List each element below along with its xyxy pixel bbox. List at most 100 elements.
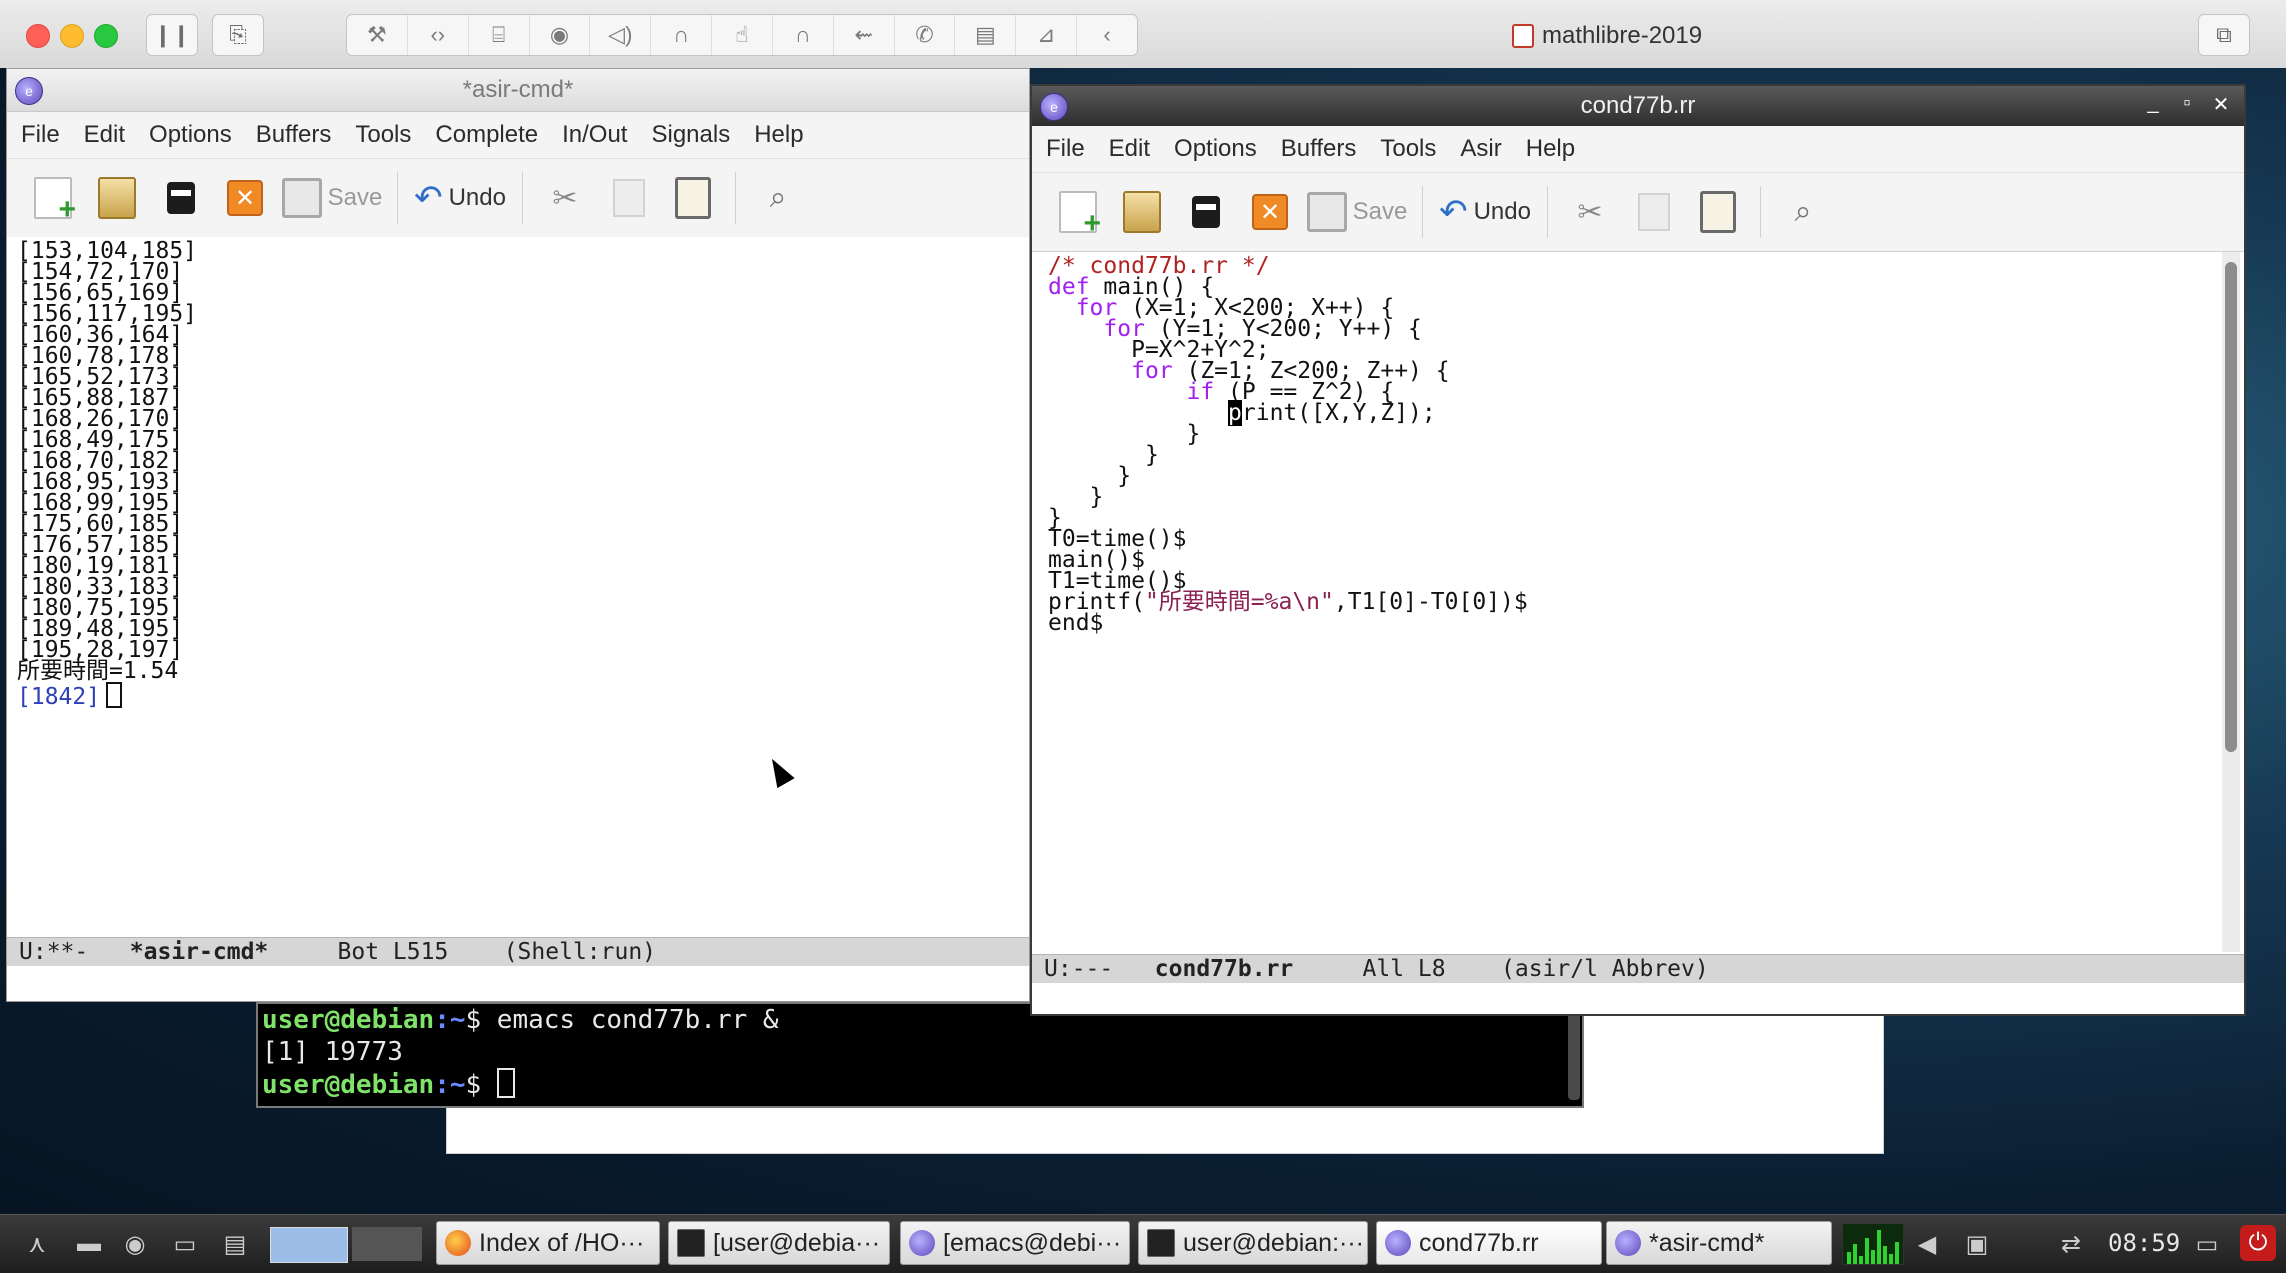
close-buffer-button[interactable] xyxy=(1174,182,1238,242)
file-manager-launcher-icon[interactable]: ▤ xyxy=(218,1227,252,1261)
terminal-scrollbar[interactable] xyxy=(1568,1008,1580,1100)
task-button-emacs[interactable]: [emacs@debi··· xyxy=(900,1221,1130,1265)
workspace-1-icon[interactable] xyxy=(270,1227,348,1263)
emacs-icon: e xyxy=(15,77,43,105)
new-file-button[interactable] xyxy=(1046,182,1110,242)
menu-buffers[interactable]: Buffers xyxy=(1269,135,1369,163)
undo-button[interactable]: ↶ Undo xyxy=(1433,182,1537,242)
menu-buffers[interactable]: Buffers xyxy=(244,121,344,149)
toolbar-separator xyxy=(522,172,523,224)
scrollbar-thumb[interactable] xyxy=(2225,262,2237,752)
code-editor-buffer[interactable]: /* cond77b.rr */ def main() { for (X=1; … xyxy=(1032,252,2244,956)
power-icon[interactable]: ⏻ xyxy=(2240,1225,2276,1261)
save-button[interactable]: Save xyxy=(277,168,387,228)
menu-help[interactable]: Help xyxy=(742,121,815,149)
pause-vm-button[interactable]: ❙❙ xyxy=(146,14,198,56)
document-icon xyxy=(1512,24,1534,48)
menu-file[interactable]: File xyxy=(7,121,72,149)
usb-icon[interactable]: ⇜ xyxy=(834,15,895,55)
paste-button[interactable] xyxy=(661,168,725,228)
maximize-icon[interactable]: ▫ xyxy=(2174,92,2200,115)
open-file-button[interactable] xyxy=(1110,182,1174,242)
mouse-icon[interactable]: ☝ xyxy=(712,15,773,55)
open-folder-icon xyxy=(1123,191,1161,233)
wrench-icon[interactable]: ⚒ xyxy=(347,15,408,55)
kill-buffer-button[interactable]: ✕ xyxy=(1238,182,1302,242)
task-button-cond77b[interactable]: cond77b.rr xyxy=(1376,1221,1602,1265)
fullscreen-button[interactable]: ⧉ xyxy=(2198,14,2250,56)
phone-icon[interactable]: ✆ xyxy=(895,15,956,55)
menu-complete[interactable]: Complete xyxy=(423,121,550,149)
undo-button[interactable]: ↶ Undo xyxy=(408,168,512,228)
menu-tools[interactable]: Tools xyxy=(343,121,423,149)
minimize-window-button[interactable] xyxy=(60,24,84,48)
task-button-firefox[interactable]: Index of /HO··· xyxy=(436,1221,660,1265)
menu-file[interactable]: File xyxy=(1032,135,1097,163)
menu-in-out[interactable]: In/Out xyxy=(550,121,639,149)
code-icon[interactable]: ‹› xyxy=(408,15,469,55)
terminal-launcher-icon[interactable]: ▭ xyxy=(168,1227,202,1261)
workspace-2-icon[interactable] xyxy=(352,1227,422,1261)
close-icon[interactable]: ✕ xyxy=(2208,92,2234,117)
terminal-icon xyxy=(1147,1229,1175,1257)
task-button-terminal-2[interactable]: user@debian:··· xyxy=(1138,1221,1368,1265)
minimize-icon[interactable]: _ xyxy=(2140,92,2166,115)
editor-scrollbar[interactable] xyxy=(2222,252,2240,952)
terminal-window[interactable]: user@debian:~$ emacs cond77b.rr & [1] 19… xyxy=(256,1002,1584,1108)
menu-signals[interactable]: Signals xyxy=(639,121,742,149)
menu-tools[interactable]: Tools xyxy=(1368,135,1448,163)
code-line: main()$ xyxy=(1048,547,1145,573)
headset-icon[interactable]: ∩ xyxy=(773,15,834,55)
volume-icon[interactable]: ◀ xyxy=(1910,1227,1944,1261)
new-file-button[interactable] xyxy=(21,168,85,228)
open-file-button[interactable] xyxy=(85,168,149,228)
left-window-title: *asir-cmd* xyxy=(462,76,574,103)
task-button-terminal-1[interactable]: [user@debia··· xyxy=(668,1221,890,1265)
browser-launcher-icon[interactable]: ◉ xyxy=(118,1227,152,1261)
right-window-titlebar[interactable]: e cond77b.rr _ ▫ ✕ xyxy=(1032,86,2244,126)
new-file-icon xyxy=(1059,191,1101,241)
device-toolbar-group: ⚒ ‹› ⌸ ◉ ◁) ∩ ☝ ∩ ⇜ ✆ ▤ ⊿ ‹ xyxy=(346,14,1138,56)
clock[interactable]: 08:59 xyxy=(2108,1229,2180,1257)
drive-icon[interactable]: ⌸ xyxy=(469,15,530,55)
camera-icon[interactable]: ◉ xyxy=(530,15,591,55)
search-button[interactable]: ⌕ xyxy=(1771,182,1835,242)
fullscreen-icon: ⧉ xyxy=(2216,22,2232,47)
host-window-toolbar: ❙❙ ⎘ ⚒ ‹› ⌸ ◉ ◁) ∩ ☝ ∩ ⇜ ✆ ▤ ⊿ ‹ mathlib… xyxy=(0,0,2286,69)
copy-button[interactable] xyxy=(1622,182,1686,242)
menu-edit[interactable]: Edit xyxy=(1097,135,1162,163)
start-menu-icon[interactable]: ⋏ xyxy=(10,1227,64,1261)
menu-options[interactable]: Options xyxy=(137,121,244,149)
headphone-icon[interactable]: ∩ xyxy=(651,15,713,55)
close-buffer-button[interactable] xyxy=(149,168,213,228)
clipboard-icon[interactable]: ▣ xyxy=(1960,1227,1994,1261)
shell-output-buffer[interactable]: [153,104,185] [154,72,170] [156,65,169] … xyxy=(7,237,1029,713)
terminal-line-2: [1] 19773 xyxy=(262,1037,403,1067)
save-button[interactable]: Save xyxy=(1302,182,1412,242)
text-cursor xyxy=(106,682,123,708)
printer-icon[interactable]: ▤ xyxy=(955,15,1017,55)
search-button[interactable]: ⌕ xyxy=(746,168,810,228)
folder-icon[interactable]: ⊿ xyxy=(1016,15,1078,55)
menu-options[interactable]: Options xyxy=(1162,135,1269,163)
cut-button[interactable]: ✂ xyxy=(533,168,597,228)
zoom-window-button[interactable] xyxy=(94,24,118,48)
task-button-asir-cmd[interactable]: *asir-cmd* xyxy=(1606,1221,1832,1265)
menu-asir[interactable]: Asir xyxy=(1448,135,1513,163)
kill-buffer-button[interactable]: ✕ xyxy=(213,168,277,228)
network-icon[interactable]: ⇄ xyxy=(2054,1227,2088,1261)
snapshot-button[interactable]: ⎘ xyxy=(212,14,264,56)
speaker-icon[interactable]: ◁) xyxy=(590,15,652,55)
cut-button[interactable]: ✂ xyxy=(1558,182,1622,242)
left-window-titlebar[interactable]: e *asir-cmd* xyxy=(7,69,1029,112)
toolbar-separator xyxy=(397,172,398,224)
paste-button[interactable] xyxy=(1686,182,1750,242)
menu-edit[interactable]: Edit xyxy=(72,121,137,149)
menu-help[interactable]: Help xyxy=(1514,135,1587,163)
battery-icon[interactable]: ▭ xyxy=(2190,1227,2224,1261)
copy-button[interactable] xyxy=(597,168,661,228)
chevron-left-icon[interactable]: ‹ xyxy=(1077,15,1137,55)
close-window-button[interactable] xyxy=(26,24,50,48)
show-desktop-icon[interactable]: ▬ xyxy=(72,1227,106,1261)
toolbar-separator xyxy=(1547,186,1548,238)
